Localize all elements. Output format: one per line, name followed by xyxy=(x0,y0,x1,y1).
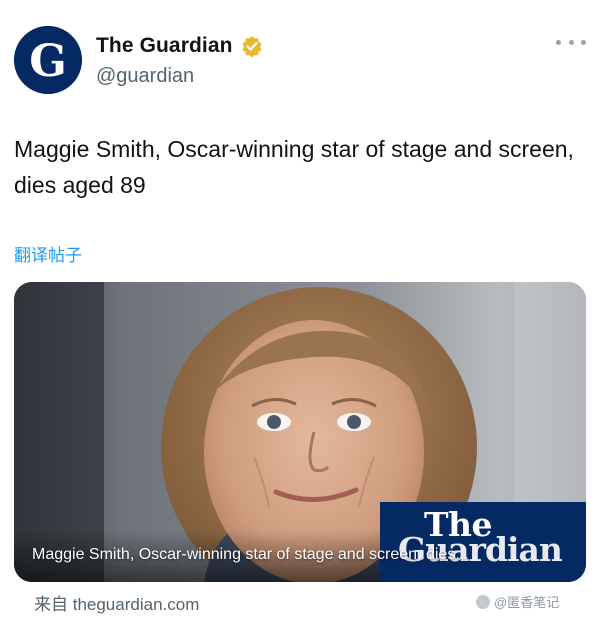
more-dot-icon xyxy=(568,39,574,45)
more-dot-icon xyxy=(556,39,561,45)
account-name[interactable]: The Guardian xyxy=(96,34,233,58)
source-domain-link[interactable]: 来自 theguardian.com xyxy=(34,590,199,615)
more-options-button[interactable] xyxy=(556,30,586,54)
tweet-text: Maggie Smith, Oscar-winning star of stag… xyxy=(14,136,574,198)
svg-text:G: G xyxy=(29,36,67,87)
avatar[interactable]: G xyxy=(14,26,82,94)
verified-badge-icon xyxy=(242,36,262,57)
more-dot-icon xyxy=(581,39,586,45)
watermark-icon xyxy=(476,594,490,609)
account-name-row: The Guardian xyxy=(96,34,263,58)
account-handle[interactable]: @guardian xyxy=(96,65,194,88)
translate-post-link[interactable]: 翻译帖子 xyxy=(14,241,82,266)
watermark-text: @匿香笔记 xyxy=(494,595,560,610)
guardian-g-logo-icon: G xyxy=(14,26,82,94)
watermark: @匿香笔记 xyxy=(476,592,559,611)
card-caption-text: Maggie Smith, Oscar-winning star of stag… xyxy=(32,546,469,563)
